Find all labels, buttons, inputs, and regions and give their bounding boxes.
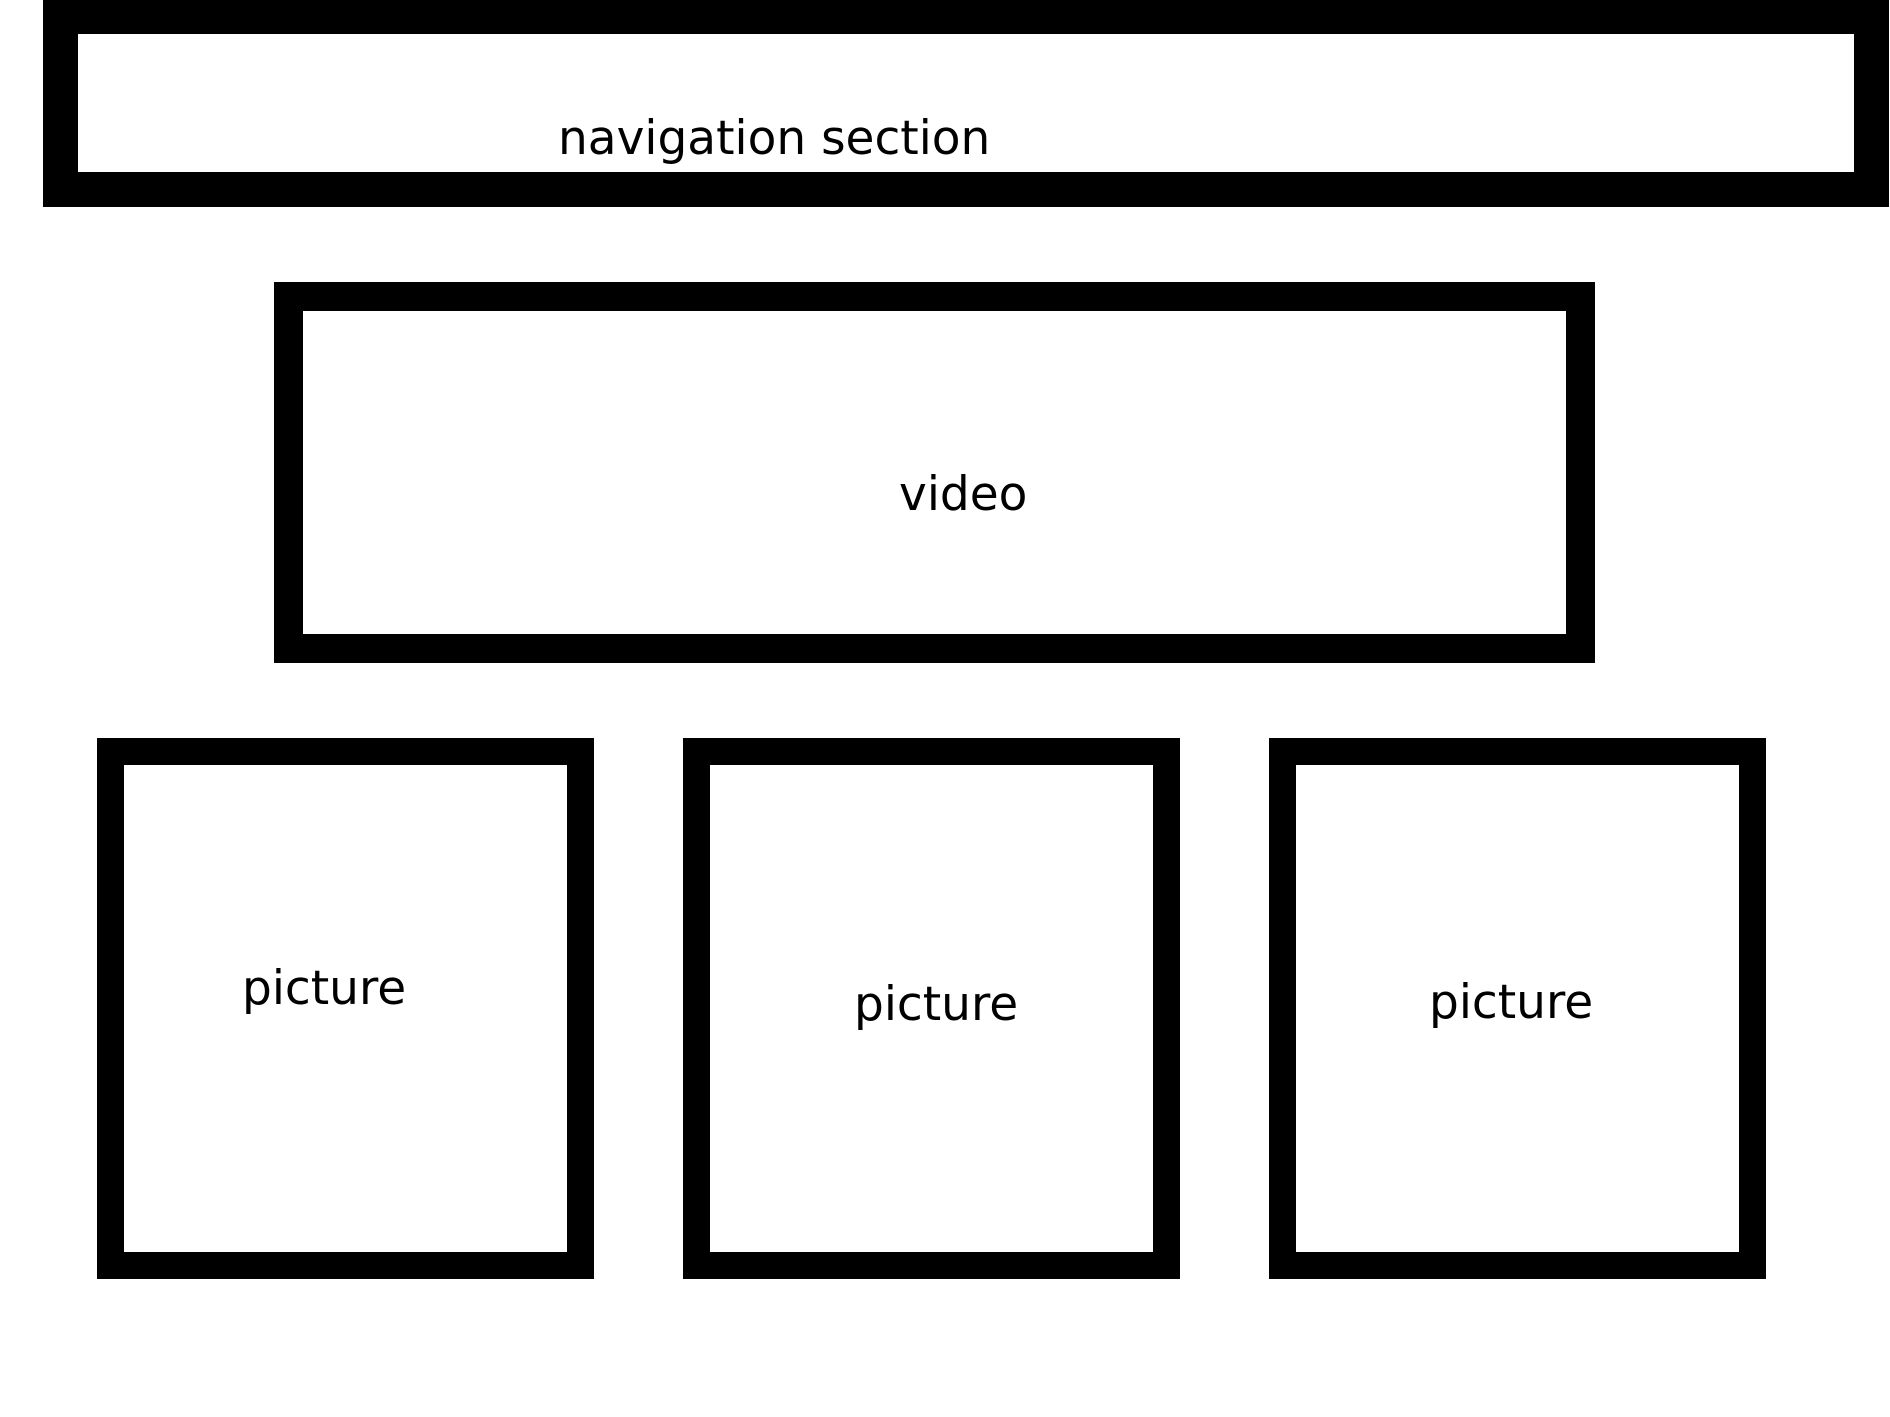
picture-box-1: picture — [97, 738, 594, 1279]
picture-label-2: picture — [854, 977, 1019, 1032]
picture-box-2: picture — [683, 738, 1180, 1279]
picture-box-3: picture — [1269, 738, 1766, 1279]
navigation-section-label: navigation section — [558, 111, 991, 166]
navigation-section-box: navigation section — [43, 0, 1889, 207]
picture-label-1: picture — [242, 961, 407, 1016]
video-box: video — [274, 282, 1595, 663]
video-label: video — [899, 467, 1028, 522]
picture-label-3: picture — [1429, 975, 1594, 1030]
